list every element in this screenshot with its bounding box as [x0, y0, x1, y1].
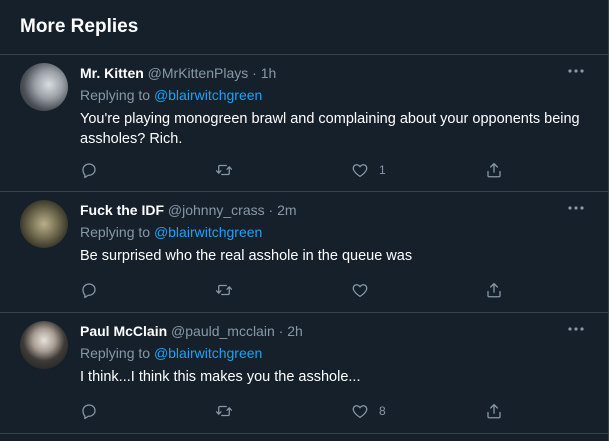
share-icon: [487, 282, 501, 298]
replying-to-label: Replying to: [80, 224, 151, 240]
reply-icon: [82, 404, 96, 420]
replying-to-line: Replying to @blairwitchgreen: [80, 87, 262, 103]
author-name[interactable]: Mr. Kitten: [80, 65, 144, 81]
replying-to-line: Replying to @blairwitchgreen: [80, 345, 262, 361]
mention-link[interactable]: @blairwitchgreen: [154, 224, 262, 240]
replying-to-label: Replying to: [80, 345, 151, 361]
tweet-actions: 1: [80, 160, 510, 180]
more-replies-panel: More Replies Mr. Kitten @MrKittenPlays ·…: [0, 0, 609, 441]
tweet-time[interactable]: 2h: [287, 323, 303, 339]
author-name[interactable]: Paul McClain: [80, 323, 167, 339]
more-options-button[interactable]: [566, 63, 586, 79]
share-button[interactable]: [485, 401, 503, 421]
retweet-icon: [215, 284, 233, 296]
reply-button[interactable]: [80, 160, 108, 180]
separator-dot: ·: [278, 323, 284, 339]
retweet-button[interactable]: [215, 160, 243, 180]
tweet-time[interactable]: 1h: [261, 65, 277, 81]
heart-icon: [352, 284, 368, 298]
like-button[interactable]: 1: [351, 160, 386, 180]
replying-to-line: Replying to @blairwitchgreen: [80, 224, 262, 240]
mention-link[interactable]: @blairwitchgreen: [154, 345, 262, 361]
tweet-actions: [80, 280, 510, 300]
author-handle[interactable]: @MrKittenPlays: [148, 65, 249, 81]
reply-icon: [82, 283, 96, 299]
share-icon: [487, 162, 501, 178]
reply-button[interactable]: [80, 280, 108, 300]
like-count: 1: [379, 163, 386, 177]
more-options-button[interactable]: [566, 321, 586, 337]
heart-icon: [352, 164, 368, 178]
more-horizontal-icon: [568, 206, 584, 210]
tweet-text: Be surprised who the real asshole in the…: [80, 248, 413, 264]
retweet-icon: [215, 164, 233, 176]
tweet-time[interactable]: 2m: [277, 202, 296, 218]
retweet-button[interactable]: [215, 401, 243, 421]
section-title: More Replies: [20, 16, 139, 37]
like-count: 8: [379, 404, 386, 418]
avatar[interactable]: [20, 321, 68, 369]
separator-dot: ·: [268, 202, 274, 218]
more-horizontal-icon: [568, 327, 584, 331]
like-button[interactable]: [351, 280, 379, 300]
tweet-text: I think...I think this makes you the ass…: [80, 369, 361, 385]
reply-button[interactable]: [80, 401, 108, 421]
avatar[interactable]: [20, 200, 68, 248]
share-button[interactable]: [485, 160, 503, 180]
replying-to-label: Replying to: [80, 87, 151, 103]
tweet-actions: 8: [80, 401, 510, 421]
retweet-button[interactable]: [215, 280, 243, 300]
author-handle[interactable]: @johnny_crass: [168, 202, 265, 218]
heart-icon: [352, 405, 368, 419]
reply-tweet[interactable]: Mr. Kitten @MrKittenPlays · 1h Replying …: [0, 54, 608, 192]
like-button[interactable]: 8: [351, 401, 386, 421]
author-name[interactable]: Fuck the IDF: [80, 202, 164, 218]
avatar[interactable]: [20, 63, 68, 111]
separator-dot: ·: [252, 65, 257, 81]
reply-tweet[interactable]: Paul McClain @pauld_mcclain · 2h Replyin…: [0, 313, 608, 434]
reply-tweet[interactable]: Fuck the IDF @johnny_crass · 2m Replying…: [0, 192, 608, 313]
tweet-header: Paul McClain @pauld_mcclain · 2h: [80, 323, 303, 339]
more-options-button[interactable]: [566, 200, 586, 216]
tweet-header: Fuck the IDF @johnny_crass · 2m: [80, 202, 297, 218]
share-icon: [487, 403, 501, 419]
tweet-header: Mr. Kitten @MrKittenPlays · 1h: [80, 65, 276, 81]
mention-link[interactable]: @blairwitchgreen: [154, 87, 262, 103]
author-handle[interactable]: @pauld_mcclain: [171, 323, 275, 339]
retweet-icon: [215, 405, 233, 417]
share-button[interactable]: [485, 280, 503, 300]
tweet-text: You're playing monogreen brawl and compl…: [80, 111, 580, 147]
more-horizontal-icon: [568, 69, 584, 73]
reply-icon: [82, 163, 96, 179]
